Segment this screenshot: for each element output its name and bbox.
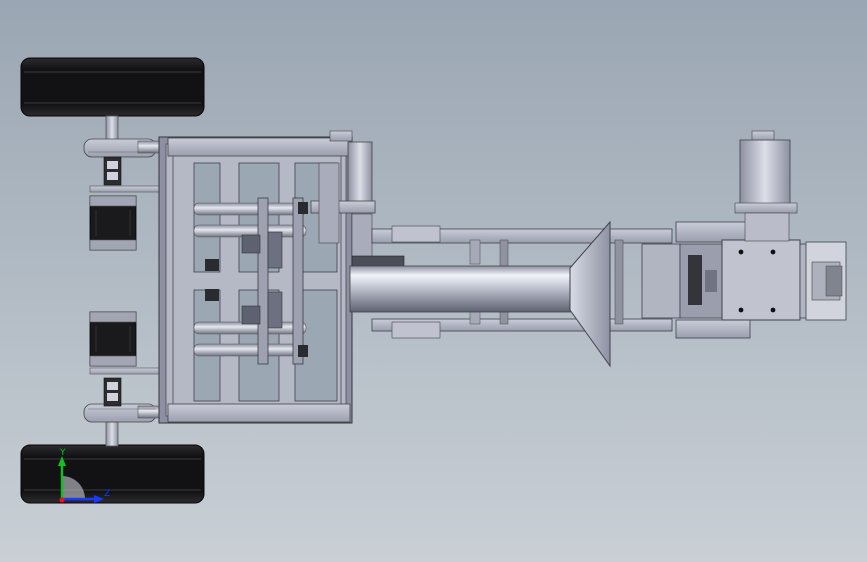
- wheel-bottom: [20, 444, 205, 504]
- cross-rod-4: [193, 343, 307, 357]
- stepper-motor-top: [89, 195, 137, 251]
- side-rail-bottom: [89, 367, 161, 375]
- funnel-cone: [569, 220, 611, 368]
- hub-bottom: [83, 377, 165, 423]
- cross-rod-1: [193, 202, 307, 216]
- triad-z-label: Z: [104, 489, 110, 499]
- triad-y-label: Y: [59, 448, 66, 458]
- main-tube: [349, 265, 576, 313]
- side-rail-top: [89, 185, 161, 193]
- axle-bottom: [105, 421, 119, 447]
- stepper-motor-bottom: [89, 311, 137, 367]
- robot-assembly-top-view: Y Z: [20, 57, 847, 504]
- axle-top: [105, 115, 119, 141]
- cad-viewport[interactable]: Y Z: [0, 0, 867, 562]
- wheel-top: [20, 57, 205, 117]
- end-assembly: [641, 221, 847, 339]
- hub-top: [83, 138, 165, 186]
